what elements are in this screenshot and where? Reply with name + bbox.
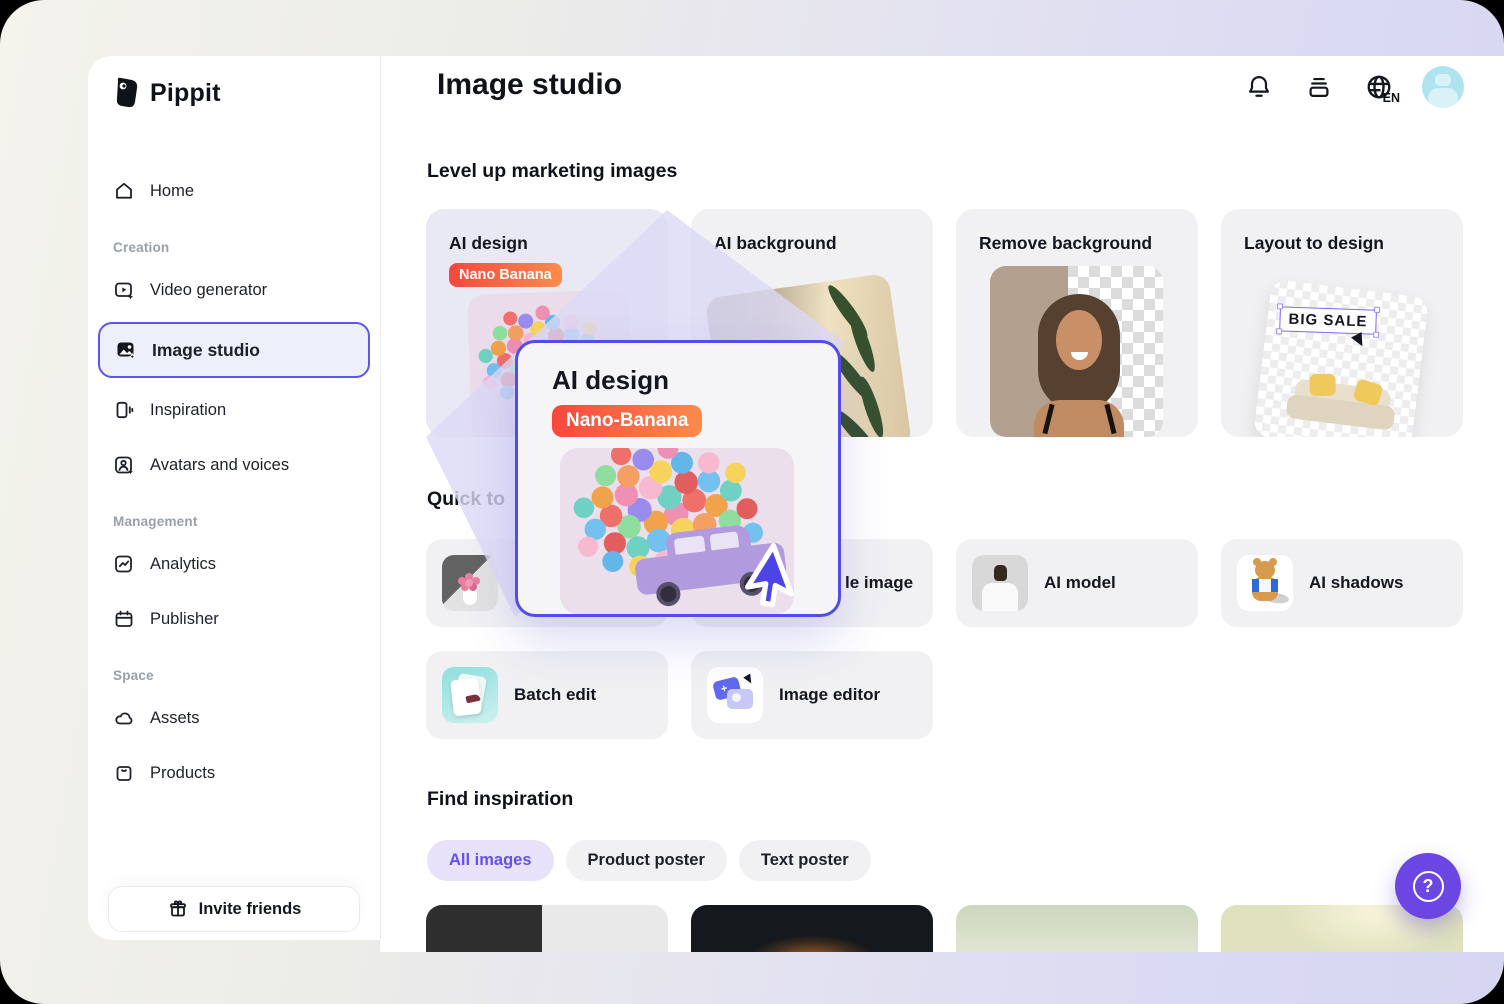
sidebar-section-space: Space: [113, 668, 370, 683]
sidebar-item-analytics[interactable]: Analytics: [98, 541, 370, 587]
sidebar-item-label: Home: [150, 182, 194, 201]
ai-shadows-thumbnail: [1237, 555, 1293, 611]
sidebar-item-label: Video generator: [150, 281, 267, 300]
image-studio-icon: [115, 339, 137, 361]
notifications-button[interactable]: [1242, 70, 1276, 104]
sidebar-item-label: Publisher: [150, 610, 219, 629]
sidebar-item-image-studio[interactable]: Image studio: [98, 322, 370, 378]
nano-banana-badge: Nano Banana: [449, 263, 562, 287]
quick-card-label: AI shadows: [1309, 573, 1403, 593]
sidebar-section-creation: Creation: [113, 240, 370, 255]
layout-to-design-thumbnail: BIG SALE: [1253, 279, 1429, 437]
stack-button[interactable]: [1302, 70, 1336, 104]
sidebar-section-management: Management: [113, 514, 370, 529]
help-button[interactable]: ?: [1395, 853, 1461, 919]
inspiration-icon: [113, 399, 135, 421]
inspiration-tabs: All images Product poster Text poster: [427, 840, 871, 881]
sidebar-nav: Home Creation Video generator Image stud…: [88, 140, 380, 805]
sidebar-item-inspiration[interactable]: Inspiration: [98, 387, 370, 433]
inspiration-image[interactable]: [956, 905, 1198, 952]
section-heading-quick-tools: Quick to: [427, 488, 505, 511]
quick-tools-row-2: Batch edit + Image editor: [426, 651, 933, 739]
section-heading-find-inspiration: Find inspiration: [427, 788, 573, 811]
sidebar-item-products[interactable]: Products: [98, 750, 370, 796]
sidebar-item-publisher[interactable]: Publisher: [98, 596, 370, 642]
pippit-logo-icon: [112, 76, 140, 110]
language-badge: EN: [1383, 91, 1400, 105]
sidebar-item-label: Image studio: [152, 340, 260, 361]
gift-icon: [167, 898, 189, 920]
inspiration-grid: [426, 905, 1463, 952]
app-window: Pippit Home Creation Video generator: [0, 0, 1504, 1004]
language-button[interactable]: EN: [1362, 70, 1396, 104]
card-title: AI design: [449, 233, 528, 254]
card-title: Layout to design: [1244, 233, 1384, 254]
tab-text-poster[interactable]: Text poster: [739, 840, 871, 881]
avatar[interactable]: [1422, 66, 1464, 108]
sidebar: Pippit Home Creation Video generator: [88, 56, 381, 940]
products-icon: [113, 762, 135, 784]
analytics-icon: [113, 553, 135, 575]
video-generator-icon: [113, 279, 135, 301]
quick-card-label: le image: [845, 573, 913, 593]
remove-background-thumbnail: [990, 266, 1163, 437]
invite-friends-button[interactable]: Invite friends: [108, 886, 360, 932]
sidebar-item-avatars-and-voices[interactable]: Avatars and voices: [98, 442, 370, 488]
app-logo[interactable]: Pippit: [112, 76, 380, 110]
avatars-icon: [113, 454, 135, 476]
sidebar-item-label: Inspiration: [150, 401, 226, 420]
quick-card-ai-model[interactable]: AI model: [956, 539, 1198, 627]
sidebar-item-assets[interactable]: Assets: [98, 695, 370, 741]
header-actions: EN: [1242, 66, 1464, 108]
tab-product-poster[interactable]: Product poster: [566, 840, 727, 881]
app-name: Pippit: [150, 79, 221, 108]
quick-card-batch-edit[interactable]: Batch edit: [426, 651, 668, 739]
quick-card-image-editor[interactable]: + Image editor: [691, 651, 933, 739]
avatar-silhouette: [1435, 74, 1451, 86]
popup-title: AI design: [552, 365, 669, 396]
popup-image: [560, 448, 794, 614]
inspiration-image[interactable]: [426, 905, 668, 952]
stack-icon: [1305, 73, 1333, 101]
quick-card-ai-shadows[interactable]: AI shadows: [1221, 539, 1463, 627]
big-sale-sticker: BIG SALE: [1279, 306, 1377, 334]
invite-friends-label: Invite friends: [199, 900, 302, 919]
image-editor-thumbnail: +: [707, 667, 763, 723]
card-layout-to-design[interactable]: Layout to design BIG SALE: [1221, 209, 1463, 437]
section-heading-level-up: Level up marketing images: [427, 160, 677, 183]
card-remove-background[interactable]: Remove background: [956, 209, 1198, 437]
ai-design-popup[interactable]: AI design Nano-Banana: [515, 340, 841, 617]
question-mark-icon: ?: [1413, 871, 1444, 902]
sidebar-item-label: Assets: [150, 709, 200, 728]
batch-edit-thumbnail: [442, 667, 498, 723]
sidebar-item-label: Products: [150, 764, 215, 783]
publisher-icon: [113, 608, 135, 630]
sidebar-item-home[interactable]: Home: [98, 168, 370, 214]
assets-icon: [113, 707, 135, 729]
ai-model-thumbnail: [972, 555, 1028, 611]
card-title: Remove background: [979, 233, 1152, 254]
quick-card-label: Image editor: [779, 685, 880, 705]
sidebar-item-label: Avatars and voices: [150, 456, 289, 475]
page-title: Image studio: [437, 68, 622, 102]
tab-all-images[interactable]: All images: [427, 840, 554, 881]
quick-card-label: AI model: [1044, 573, 1116, 593]
mini-cursor-icon: [1351, 332, 1368, 349]
inspiration-image[interactable]: [691, 905, 933, 952]
sidebar-item-video-generator[interactable]: Video generator: [98, 267, 370, 313]
quick-card-label: Batch edit: [514, 685, 596, 705]
home-icon: [113, 180, 135, 202]
roses-thumbnail: [442, 555, 498, 611]
popup-nano-banana-badge: Nano-Banana: [552, 405, 702, 437]
sidebar-item-label: Analytics: [150, 555, 216, 574]
bell-icon: [1245, 73, 1273, 101]
card-title: AI background: [714, 233, 837, 254]
